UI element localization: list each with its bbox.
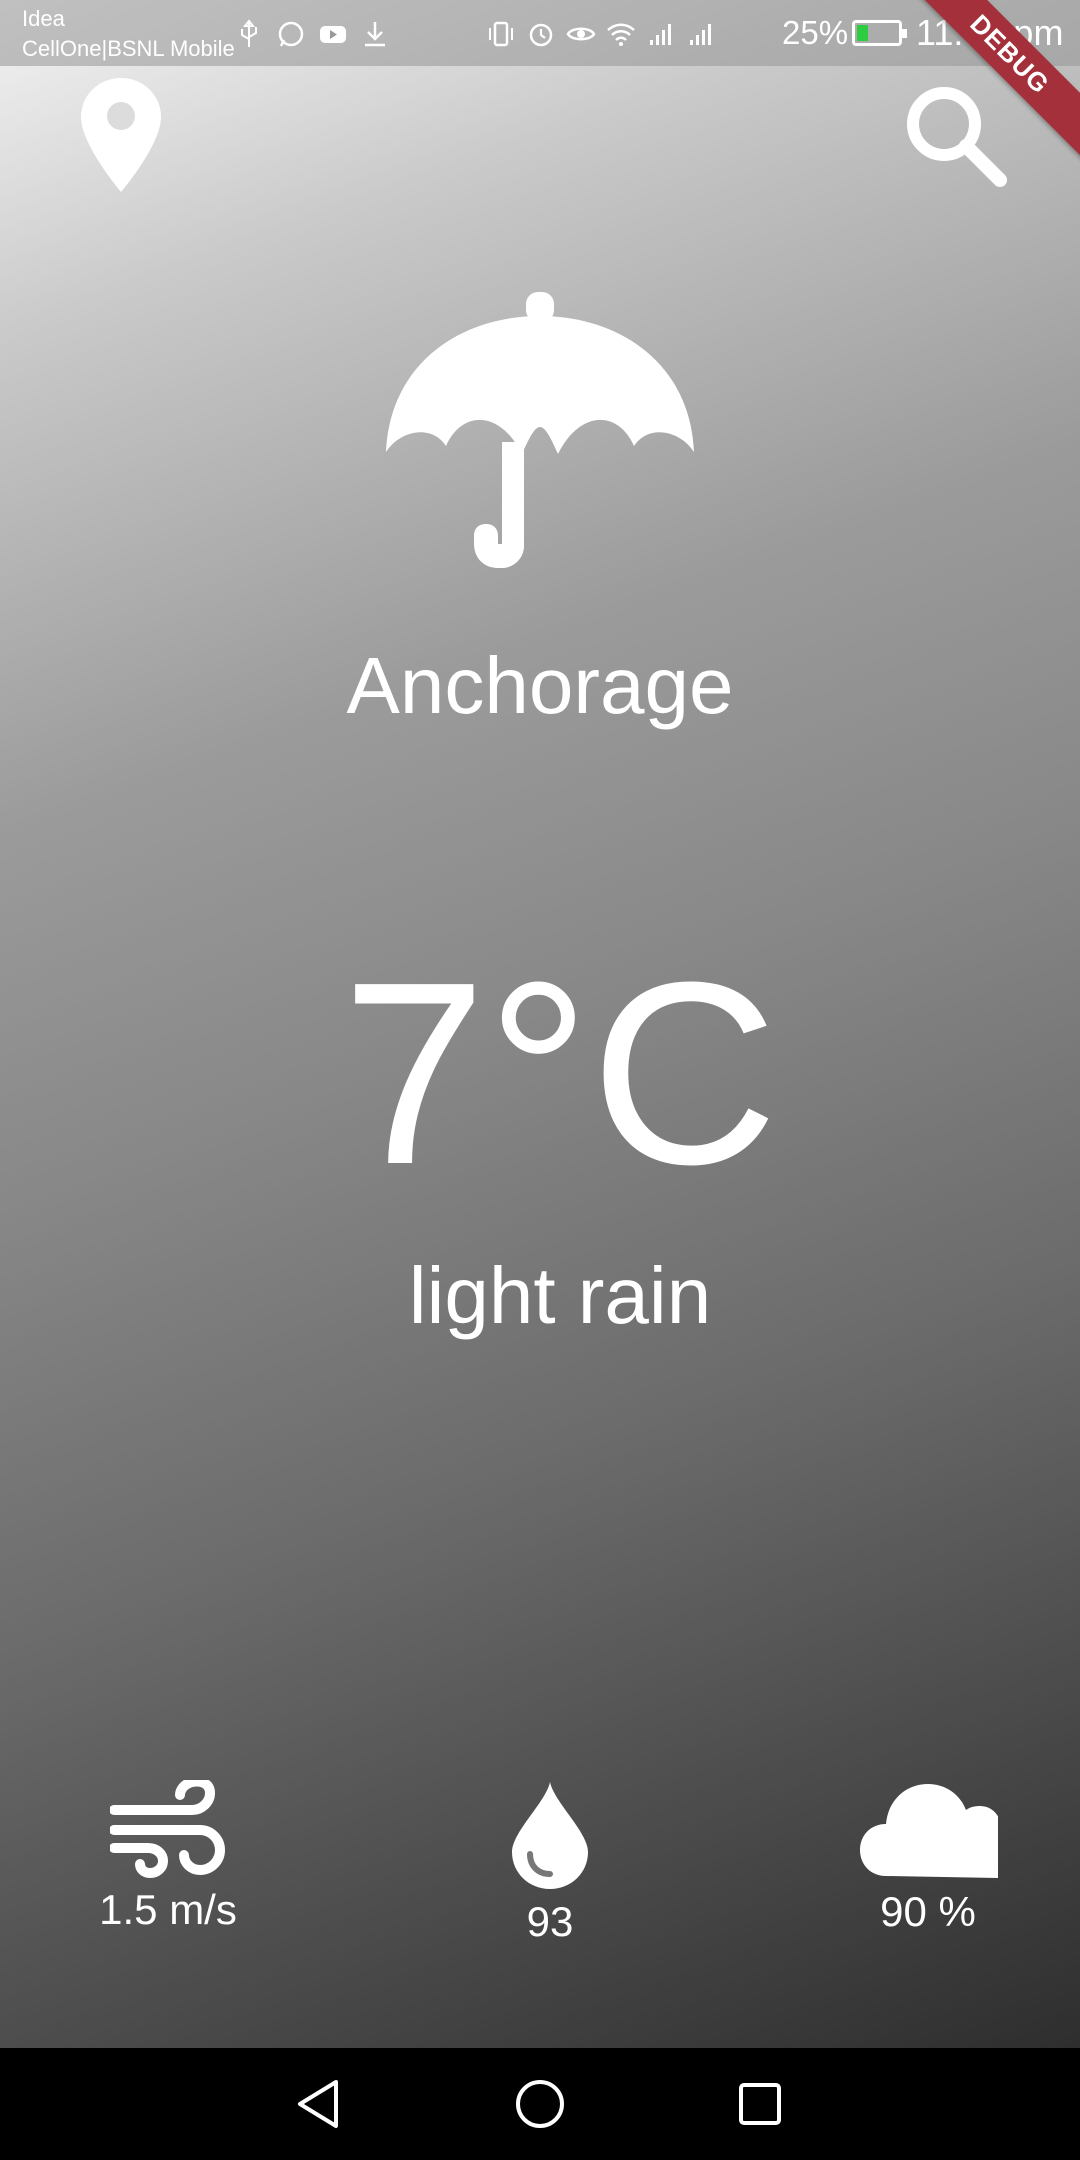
search-city-button[interactable] (900, 80, 1010, 190)
search-icon (907, 87, 1007, 187)
eye-icon (566, 27, 596, 41)
water-drop-icon (512, 1782, 588, 1889)
home-icon (516, 2080, 564, 2128)
wind-stat: 1.5 m/s (38, 1780, 298, 1934)
recents-button[interactable] (732, 2076, 788, 2132)
back-icon (298, 2080, 338, 2128)
cloud-icon (860, 1784, 998, 1878)
battery-icon (852, 20, 907, 46)
battery-level (857, 25, 868, 41)
city-name: Anchorage (346, 641, 734, 730)
alarm-icon (529, 23, 553, 47)
signal-icon (650, 24, 671, 45)
carrier-name-secondary: CellOne|BSNL Mobile (22, 36, 235, 61)
vibrate-icon (489, 21, 513, 47)
wind-speed: 1.5 m/s (99, 1886, 237, 1933)
signal-icon (690, 24, 711, 45)
umbrella-icon (386, 292, 694, 568)
whatsapp-icon (278, 21, 304, 47)
youtube-icon (320, 26, 346, 43)
battery-percentage: 25% (782, 14, 849, 51)
location-pin-icon (81, 78, 161, 192)
system-navigation-bar (0, 2048, 1080, 2160)
humidity-value: 93 (526, 1898, 574, 1945)
status-bar: Idea CellOne|BSNL Mobile 25% 11:08 pm (0, 0, 1080, 66)
home-button[interactable] (512, 2076, 568, 2132)
cloudiness-value: 90 % (880, 1888, 976, 1935)
usb-icon (241, 19, 257, 47)
weather-description: light rain (408, 1251, 712, 1340)
system-icons (486, 14, 716, 54)
temperature: 7°C (341, 929, 779, 1219)
carrier-name-primary: Idea (22, 6, 65, 31)
cloudiness-stat: 90 % (798, 1780, 1058, 1936)
humidity-stat: 93 (420, 1780, 680, 1946)
weather-screen: Idea CellOne|BSNL Mobile 25% 11:08 pm DE… (0, 0, 1080, 2048)
current-location-button[interactable] (78, 76, 164, 194)
download-icon (365, 22, 385, 47)
notification-icons (234, 14, 390, 54)
back-button[interactable] (292, 2076, 348, 2132)
wifi-icon (607, 23, 635, 46)
recents-icon (739, 2083, 781, 2125)
wind-icon (110, 1780, 226, 1878)
